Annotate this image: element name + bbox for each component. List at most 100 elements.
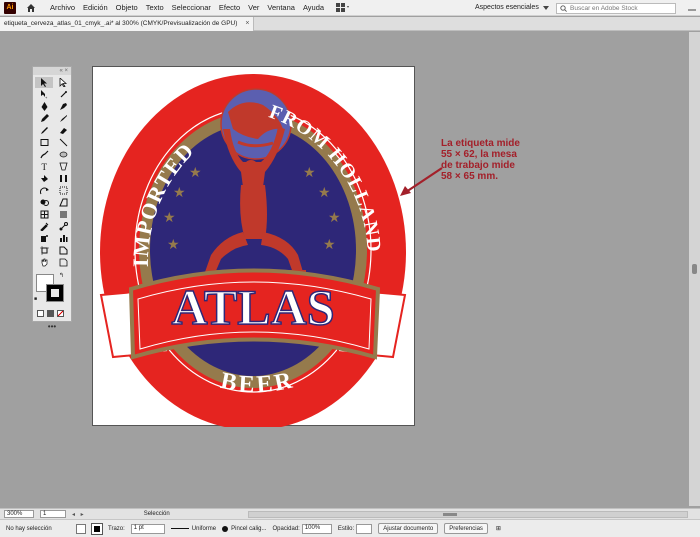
magic-wand-tool-icon[interactable]: +	[35, 89, 53, 100]
brush-tool-icon[interactable]	[54, 113, 72, 124]
style-label: Estilo:	[337, 525, 355, 532]
annotation-line: 55 × 62, la mesa	[441, 149, 517, 160]
stroke-profile[interactable]: Uniforme	[170, 525, 217, 532]
perspective-grid-tool-icon[interactable]	[54, 197, 72, 208]
menu-bar: Ai Archivo Edición Objeto Texto Seleccio…	[0, 0, 700, 16]
shaper-tool-icon[interactable]	[54, 161, 72, 172]
eraser-tool-icon[interactable]	[54, 125, 72, 136]
selection-status: No hay selección	[6, 525, 52, 532]
control-panel: No hay selección Trazo: 1 pt Uniforme Pi…	[0, 519, 700, 537]
mesh-tool-icon[interactable]	[35, 209, 53, 220]
stroke-label: Trazo:	[108, 525, 125, 532]
status-tool-label[interactable]: Selección	[144, 511, 234, 517]
brush-label: Pincel calig...	[231, 525, 267, 532]
vertical-scroll-thumb[interactable]	[692, 264, 697, 274]
artboard[interactable]: ★ ★ ★ ★ ★ ★ ★ ★ IMPORTED FROM HOLLAND AT…	[92, 66, 415, 430]
pencil-tool-icon[interactable]	[35, 113, 53, 124]
more-tools-icon[interactable]: •••	[33, 322, 71, 331]
line-tool-icon[interactable]	[54, 137, 72, 148]
rotate-tool-icon[interactable]	[35, 173, 53, 184]
chevron-down-icon	[542, 6, 549, 10]
hand-tool-icon[interactable]	[35, 257, 53, 268]
width-tool-icon[interactable]	[35, 185, 53, 196]
app-logo: Ai	[4, 1, 16, 14]
swap-colors-icon[interactable]: ↰	[59, 272, 64, 279]
document-tab[interactable]: etiqueta_cerveza_atlas_01_cmyk_.ai* al 3…	[0, 17, 255, 31]
close-tab-icon[interactable]: ×	[245, 17, 249, 31]
free-transform-tool-icon[interactable]	[54, 185, 72, 196]
none-mode-icon[interactable]	[57, 310, 64, 317]
artboard-tool-icon[interactable]	[35, 245, 53, 256]
curvature-tool-icon[interactable]	[54, 101, 72, 112]
rectangle-tool-icon[interactable]	[35, 137, 53, 148]
color-mode-icon[interactable]	[37, 310, 44, 317]
eyedropper-tool-icon[interactable]	[35, 221, 53, 232]
gradient-mode-icon[interactable]	[47, 310, 54, 317]
zoom-tool-icon[interactable]	[54, 257, 72, 268]
stroke-control[interactable]	[91, 522, 103, 535]
adjust-document-button[interactable]: Ajustar documento	[378, 523, 439, 534]
direct-selection-tool-icon[interactable]	[54, 77, 72, 88]
paintbrush-tool-icon[interactable]	[35, 149, 53, 160]
stroke-color-swatch[interactable]	[91, 522, 103, 535]
minimize-icon[interactable]	[688, 4, 696, 12]
menu-ventana[interactable]: Ventana	[263, 0, 299, 16]
slice-tool-icon[interactable]	[54, 245, 72, 256]
column-graph-tool-icon[interactable]	[54, 233, 72, 244]
svg-text:★: ★	[173, 185, 186, 201]
stroke-weight-field[interactable]: 1 pt	[130, 523, 165, 534]
color-controls: ↰ ■	[33, 272, 71, 308]
opacity-label[interactable]: Opacidad:	[272, 526, 299, 532]
tools-panel: « × + T ↰ ■ •••	[32, 66, 72, 331]
svg-text:★: ★	[318, 185, 331, 201]
selection-tool-icon[interactable]	[35, 77, 53, 88]
menu-ayuda[interactable]: Ayuda	[299, 0, 328, 16]
preferences-button[interactable]: Preferencias	[444, 523, 488, 534]
fill-color-swatch[interactable]	[76, 523, 86, 534]
tools-panel-header[interactable]: « ×	[33, 67, 71, 75]
type-tool-icon[interactable]: T	[35, 161, 53, 172]
opacity-field[interactable]: 100%	[301, 523, 332, 534]
adobe-stock-search[interactable]: Buscar en Adobe Stock	[556, 3, 676, 14]
menu-efecto[interactable]: Efecto	[215, 0, 244, 16]
menu-objeto[interactable]: Objeto	[112, 0, 142, 16]
arrange-documents-icon[interactable]	[336, 2, 352, 14]
style-swatch[interactable]	[356, 523, 373, 534]
annotation-arrow-icon	[400, 167, 443, 196]
horizontal-scrollbar[interactable]	[247, 510, 688, 518]
workspace-switcher[interactable]: Aspectos esenciales	[475, 2, 549, 14]
default-colors-icon[interactable]: ■	[34, 296, 37, 302]
arrange-icon[interactable]: ⊞	[496, 525, 501, 532]
svg-text:★: ★	[303, 165, 316, 181]
artboard-nav-arrows[interactable]: ◂ ▸	[72, 511, 86, 518]
blob-brush-tool-icon[interactable]	[35, 125, 53, 136]
stroke-swatch[interactable]	[46, 284, 64, 302]
pen-tool-icon[interactable]	[35, 101, 53, 112]
svg-text:★: ★	[328, 210, 341, 226]
home-icon[interactable]	[24, 1, 38, 15]
annotation-line: de trabajo mide	[441, 160, 515, 171]
zoom-field[interactable]: 300%	[4, 510, 34, 518]
menu-ver[interactable]: Ver	[244, 0, 263, 16]
menu-texto[interactable]: Texto	[142, 0, 168, 16]
ellipse-tool-icon[interactable]	[54, 149, 72, 160]
blend-tool-icon[interactable]	[54, 221, 72, 232]
svg-text:★: ★	[167, 237, 180, 253]
search-icon	[560, 5, 567, 12]
stroke-profile-label: Uniforme	[191, 525, 217, 532]
menu-archivo[interactable]: Archivo	[46, 0, 79, 16]
lasso-tool-icon[interactable]	[54, 89, 72, 100]
menu-edicion[interactable]: Edición	[79, 0, 112, 16]
workspace-label: Aspectos esenciales	[475, 4, 539, 11]
artboard-number-field[interactable]: 1	[40, 510, 66, 518]
brush-control[interactable]: Pincel calig...	[222, 525, 267, 532]
shape-builder-tool-icon[interactable]	[35, 197, 53, 208]
document-tab-bar: etiqueta_cerveza_atlas_01_cmyk_.ai* al 3…	[0, 17, 700, 31]
symbol-sprayer-tool-icon[interactable]	[35, 233, 53, 244]
fill-control[interactable]	[76, 523, 86, 534]
gradient-tool-icon[interactable]	[54, 209, 72, 220]
vertical-scrollbar[interactable]	[689, 32, 700, 506]
menu-seleccionar[interactable]: Seleccionar	[168, 0, 215, 16]
reflect-tool-icon[interactable]	[54, 173, 72, 184]
horizontal-scroll-thumb[interactable]	[442, 512, 457, 516]
